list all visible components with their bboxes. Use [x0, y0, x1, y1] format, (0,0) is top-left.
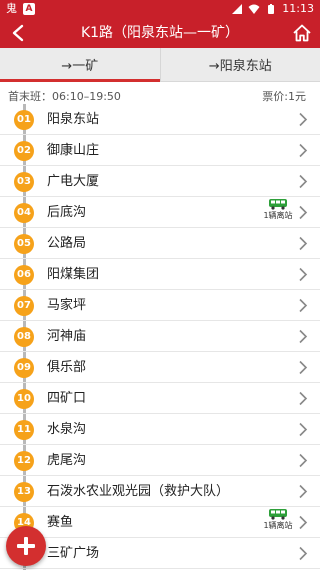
station-name: 河神庙	[47, 329, 87, 344]
station-row[interactable]: 07 马家坪	[0, 290, 320, 321]
station-name: 石泼水农业观光园（救护大队）	[47, 484, 230, 499]
station-name: 三矿广场	[47, 546, 100, 561]
chevron-right-icon	[299, 174, 308, 189]
chevron-right-icon	[299, 422, 308, 437]
bus-indicator: 1辆离站	[262, 508, 294, 531]
station-number-badge: 06	[14, 265, 34, 285]
station-number-badge: 12	[14, 451, 34, 471]
page-title: K1路（阳泉东站—一矿）	[80, 25, 240, 41]
chevron-right-icon	[299, 298, 308, 313]
station-row[interactable]: 10 四矿口	[0, 383, 320, 414]
bus-status-label: 1辆离站	[263, 211, 293, 220]
chevron-right-icon	[299, 360, 308, 375]
station-row[interactable]: 13 石泼水农业观光园（救护大队）	[0, 476, 320, 507]
status-left: 鬼 A	[6, 2, 35, 16]
station-row[interactable]: 09 俱乐部	[0, 352, 320, 383]
wifi-icon	[248, 4, 260, 14]
station-number-badge: 03	[14, 172, 34, 192]
bus-indicator: 1辆离站	[262, 198, 294, 221]
station-number-badge: 11	[14, 420, 34, 440]
station-number-badge: 02	[14, 141, 34, 161]
station-name: 后底沟	[47, 205, 87, 220]
station-number-badge: 13	[14, 482, 34, 502]
station-number-badge: 01	[14, 110, 34, 130]
status-right: 11:13	[231, 2, 314, 16]
tab-direction-yikuang[interactable]: →一矿	[0, 48, 160, 82]
bus-status-label: 1辆离站	[263, 521, 293, 530]
chevron-right-icon	[299, 329, 308, 344]
battery-icon	[268, 4, 275, 14]
station-row[interactable]: 08 河神庙	[0, 321, 320, 352]
app-header: K1路（阳泉东站—一矿）	[0, 18, 320, 48]
chevron-right-icon	[299, 205, 308, 220]
station-name: 赛鱼	[47, 515, 74, 530]
home-icon	[293, 24, 311, 42]
station-number-badge: 08	[14, 327, 34, 347]
chevron-right-icon	[299, 546, 308, 561]
chevron-right-icon	[299, 515, 308, 530]
status-bar: 鬼 A 11:13	[0, 0, 320, 18]
station-row[interactable]: 11 水泉沟	[0, 414, 320, 445]
station-name: 阳泉东站	[47, 112, 100, 127]
chevron-right-icon	[299, 112, 308, 127]
fare-label: 票价:1元	[262, 90, 306, 103]
station-row[interactable]: 12 虎尾沟	[0, 445, 320, 476]
station-name: 四矿口	[47, 391, 87, 406]
station-name: 阳煤集团	[47, 267, 100, 282]
station-row[interactable]: 01 阳泉东站	[0, 104, 320, 135]
station-name: 广电大厦	[47, 174, 100, 189]
station-list: 01 阳泉东站 02 御康山庄 03 广电大厦 04 后底沟 1辆离站 05 公…	[0, 104, 320, 569]
service-hours: 首末班：06:10–19:50	[8, 90, 121, 103]
station-number-badge: 07	[14, 296, 34, 316]
add-button[interactable]	[6, 526, 46, 566]
station-row[interactable]: 03 广电大厦	[0, 166, 320, 197]
station-row[interactable]: 02 御康山庄	[0, 135, 320, 166]
station-number-badge: 10	[14, 389, 34, 409]
chevron-right-icon	[299, 143, 308, 158]
station-number-badge: 05	[14, 234, 34, 254]
back-button[interactable]	[6, 21, 30, 45]
station-name: 御康山庄	[47, 143, 100, 158]
direction-tabs: →一矿 →阳泉东站	[0, 48, 320, 82]
plus-icon	[17, 537, 35, 555]
station-name: 俱乐部	[47, 360, 87, 375]
chevron-right-icon	[299, 236, 308, 251]
route-info: 首末班：06:10–19:50 票价:1元	[0, 86, 320, 104]
chevron-right-icon	[299, 267, 308, 282]
chevron-left-icon	[12, 24, 24, 42]
station-row[interactable]: 14 赛鱼 1辆离站	[0, 507, 320, 538]
signal-icon	[232, 4, 243, 14]
bus-icon	[269, 199, 287, 210]
clock: 11:13	[282, 2, 314, 15]
station-name: 马家坪	[47, 298, 87, 313]
station-row[interactable]: 15 三矿广场	[0, 538, 320, 569]
chevron-right-icon	[299, 484, 308, 499]
app-notification-icon: 鬼	[6, 2, 17, 15]
tab-direction-yangquan-dongzhan[interactable]: →阳泉东站	[159, 48, 320, 81]
station-row[interactable]: 04 后底沟 1辆离站	[0, 197, 320, 228]
station-name: 虎尾沟	[47, 453, 87, 468]
bus-icon	[269, 509, 287, 520]
warning-notification-icon: A	[23, 3, 35, 15]
station-name: 公路局	[47, 236, 87, 251]
station-row[interactable]: 06 阳煤集团	[0, 259, 320, 290]
chevron-right-icon	[299, 453, 308, 468]
station-number-badge: 09	[14, 358, 34, 378]
station-row[interactable]: 05 公路局	[0, 228, 320, 259]
station-number-badge: 04	[14, 203, 34, 223]
home-button[interactable]	[290, 21, 314, 45]
chevron-right-icon	[299, 391, 308, 406]
station-name: 水泉沟	[47, 422, 87, 437]
